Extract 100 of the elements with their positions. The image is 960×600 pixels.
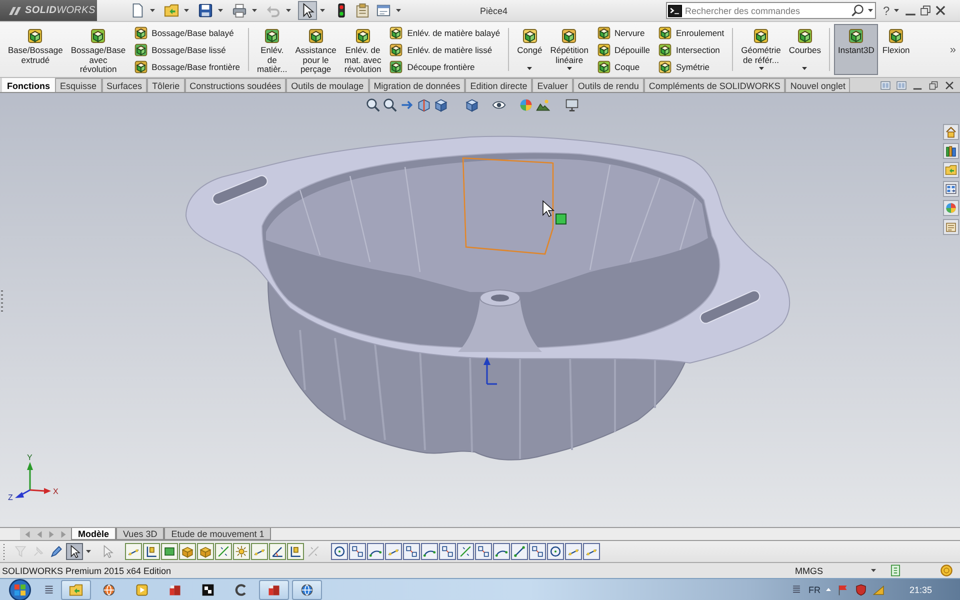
line-icon[interactable] [457,543,474,560]
tab[interactable]: Evaluer [532,78,573,92]
palette-icon[interactable] [943,181,959,197]
section-view-icon[interactable] [417,98,431,112]
cube-icon[interactable] [434,98,448,112]
tab[interactable]: Edition directe [465,78,532,92]
arc-icon[interactable] [493,543,510,560]
linked-squares-icon[interactable] [403,543,420,560]
tab[interactable]: Migration de données [368,78,466,92]
list-icon[interactable] [791,584,802,595]
restore-icon[interactable] [918,4,932,17]
ribbon-button[interactable]: Symétrie [658,58,724,74]
globe-icon[interactable] [292,580,322,600]
signal-icon[interactable] [873,584,886,596]
circle-icon[interactable] [331,543,348,560]
tab[interactable]: Tôlerie [147,78,185,92]
linked-squares-icon[interactable] [349,543,366,560]
printer-icon[interactable] [230,1,249,20]
cube-icon[interactable] [465,98,479,112]
tab[interactable]: Outils de moulage [286,78,369,92]
caret-icon[interactable] [868,9,873,12]
folder-icon[interactable] [61,580,91,600]
pen-icon[interactable] [48,543,65,560]
ribbon-button[interactable]: Bossage/Base frontière [134,58,240,74]
tab[interactable]: Surfaces [102,78,148,92]
books-icon[interactable] [943,143,959,159]
search-icon[interactable] [851,4,864,17]
clipboard-icon[interactable] [943,219,959,235]
tab[interactable]: Etude de mouvement 1 [164,528,272,540]
house-icon[interactable] [943,124,959,140]
tab[interactable]: Nouvel onglet [785,78,850,92]
circle-icon[interactable] [547,543,564,560]
ribbon-button[interactable]: Nervure [596,24,650,40]
ribbon-button[interactable]: Instant3D [834,24,878,75]
caret-icon[interactable] [183,7,190,14]
ribbon-button[interactable]: Courbes [784,24,825,75]
magnifier-icon[interactable] [366,98,380,112]
caret-icon[interactable] [871,569,876,572]
angle-icon[interactable] [269,543,286,560]
linked-squares-icon[interactable] [475,543,492,560]
ribbon-button[interactable]: Intersection [658,42,724,58]
caret-icon[interactable] [217,7,224,14]
tab[interactable]: Esquisse [55,78,102,92]
tab[interactable]: Outils de rendu [572,78,644,92]
language-indicator[interactable]: FR [808,584,820,594]
monitor-icon[interactable] [565,98,579,112]
ribbon-button[interactable]: Répétition linéaire [546,24,592,75]
ribbon-button[interactable]: Congé [513,24,546,75]
ribbon-button[interactable]: Enlév. de matière lissé [389,42,500,58]
shield-icon[interactable] [855,584,868,596]
caret-icon[interactable] [527,67,532,70]
close-icon[interactable] [944,80,955,90]
ribbon-button[interactable]: Géométrie de référ... [737,24,785,75]
caret-icon[interactable] [894,9,899,12]
cursor-icon[interactable] [298,1,317,20]
tile-icon[interactable] [880,80,891,90]
tab[interactable]: Compléments de SOLIDWORKS [644,78,786,92]
line-icon[interactable] [215,543,232,560]
more-button[interactable]: » [950,44,956,56]
ribbon-button[interactable]: Coque [596,58,650,74]
linked-squares-icon[interactable] [439,543,456,560]
ribbon-button[interactable]: Bossage/Base balayé [134,24,240,40]
search-field[interactable]: Rechercher des commandes [685,4,848,17]
arc-icon[interactable] [367,543,384,560]
magnifier-icon[interactable] [383,98,397,112]
caret-icon[interactable] [251,7,258,14]
ribbon-button[interactable]: Enlév. de matièr... [253,24,292,75]
blocks-icon[interactable] [259,580,289,600]
clock[interactable]: 21:35 [909,584,932,594]
caret-icon[interactable] [319,7,326,14]
tab[interactable]: Vues 3D [116,528,164,540]
start-orb-icon[interactable] [9,578,31,600]
ribbon-button[interactable]: Découpe frontière [389,58,500,74]
caret-icon[interactable] [566,67,572,70]
ribbon-button[interactable]: Dépouille [596,42,650,58]
units-label[interactable]: MMGS [795,566,823,576]
ribbon-button[interactable]: Base/Bossage extrudé [4,24,67,75]
document-icon[interactable] [889,564,902,577]
cursor-icon[interactable] [66,543,83,560]
ribbon-button[interactable]: Enlév. de matière balayé [389,24,500,40]
restore-icon[interactable] [928,80,939,90]
tab[interactable]: Fonctions [2,78,55,92]
corner-icon[interactable] [287,543,304,560]
arc-icon[interactable] [421,543,438,560]
box-icon[interactable] [197,543,214,560]
caret-icon[interactable] [149,7,156,14]
caret-icon[interactable] [395,7,402,14]
corner-icon[interactable] [143,543,160,560]
ribbon-button[interactable]: Flexion [878,24,914,75]
box-icon[interactable] [179,543,196,560]
rectangle-icon[interactable] [161,543,178,560]
sphere-icon[interactable] [943,200,959,216]
scene-icon[interactable] [536,98,550,112]
list-icon[interactable] [43,584,55,596]
linked-squares-icon[interactable] [529,543,546,560]
ribbon-button[interactable]: Enlév. de mat. avec révolution [340,24,386,75]
disk-icon[interactable] [196,1,215,20]
caret-icon[interactable] [802,67,808,70]
tab[interactable]: Constructions soudées [184,78,286,92]
folder-icon[interactable] [943,162,959,178]
